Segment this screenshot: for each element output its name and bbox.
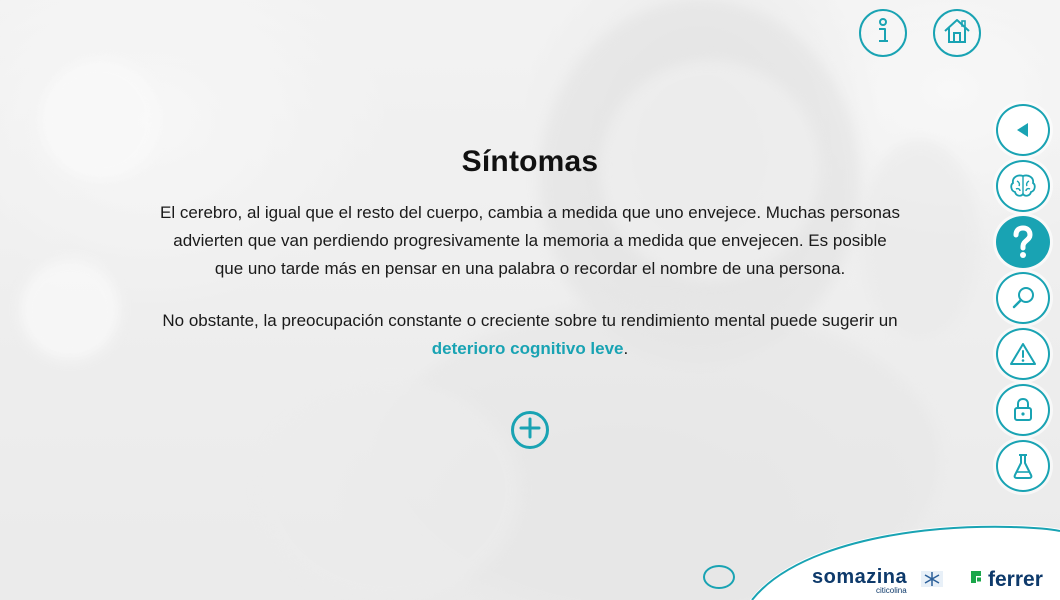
sidebar-item-brain[interactable]	[996, 160, 1050, 212]
back-button[interactable]	[996, 104, 1050, 156]
lock-icon	[1011, 396, 1035, 424]
flask-icon	[1011, 452, 1035, 480]
symptoms-panel: Síntomas El cerebro, al igual que el res…	[160, 145, 900, 363]
warning-paragraph: No obstante, la preocupación constante o…	[160, 307, 900, 363]
warning-icon	[1009, 341, 1037, 367]
somazina-logo: somazina	[812, 566, 908, 588]
back-arrow-icon	[1012, 119, 1034, 141]
plus-circle-icon	[519, 417, 541, 444]
ferrer-logo: ferrer	[968, 568, 1043, 591]
page-indicator[interactable]	[703, 565, 735, 589]
sidebar-item-lock[interactable]	[996, 384, 1050, 436]
magnifier-icon	[1009, 284, 1037, 312]
sidebar-item-symptoms[interactable]	[996, 216, 1050, 268]
info-icon	[873, 16, 893, 51]
question-icon	[1010, 225, 1036, 259]
ferrer-mark-icon	[968, 568, 984, 591]
ferrer-wordmark: ferrer	[988, 567, 1043, 591]
somazina-tagline: citicolina	[876, 586, 907, 595]
snowflake-icon	[921, 571, 943, 592]
info-button[interactable]	[859, 9, 907, 57]
intro-paragraph: El cerebro, al igual que el resto del cu…	[160, 203, 900, 278]
sidebar-item-lab[interactable]	[996, 440, 1050, 492]
sidebar-item-warning[interactable]	[996, 328, 1050, 380]
warning-paragraph-text: No obstante, la preocupación constante o…	[162, 311, 898, 330]
page-title: Síntomas	[461, 145, 599, 178]
brain-icon	[1008, 172, 1038, 200]
sidebar-item-search[interactable]	[996, 272, 1050, 324]
home-icon	[942, 17, 972, 50]
expand-button[interactable]	[511, 411, 549, 449]
home-button[interactable]	[933, 9, 981, 57]
warning-paragraph-end: .	[623, 339, 629, 358]
mild-cognitive-impairment-link[interactable]: deterioro cognitivo leve	[432, 339, 624, 358]
